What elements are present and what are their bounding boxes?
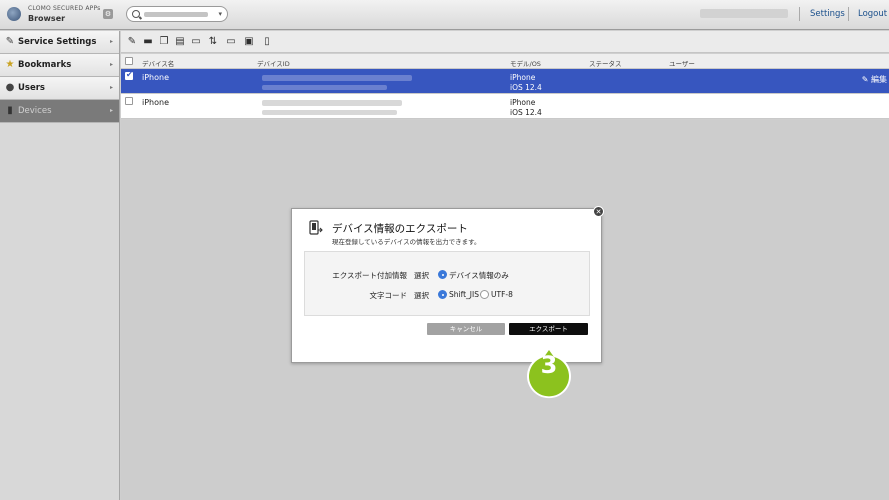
trash-icon[interactable]: ▬ — [142, 36, 154, 48]
device-os: iOS 12.4 — [510, 108, 542, 117]
sync-icon[interactable]: ⇅ — [207, 36, 219, 48]
device-import-icon[interactable]: ▭ — [225, 36, 237, 48]
app-caption: CLOMO SECURED APPs — [28, 5, 101, 12]
chevron-right-icon: ▸ — [109, 84, 113, 91]
device-export-icon[interactable]: ▭ — [190, 36, 202, 48]
chevron-right-icon: ▸ — [109, 38, 113, 45]
radio-label: UTF-8 — [491, 290, 513, 299]
device-id-redacted — [262, 75, 412, 81]
logout-link[interactable]: Logout — [858, 9, 887, 19]
device-id-redacted — [262, 85, 387, 90]
device-id-redacted — [262, 110, 397, 115]
sidebar-item-label: Devices — [18, 106, 52, 116]
cancel-button[interactable]: キャンセル — [427, 323, 505, 335]
edit-action[interactable]: ✎ 編集 — [862, 74, 887, 85]
device-model: iPhone — [510, 73, 536, 82]
dialog-title: デバイス情報のエクスポート — [332, 223, 468, 235]
device-settings-icon[interactable]: ▯ — [261, 36, 273, 48]
sidebar-item-label: Users — [18, 83, 45, 93]
app-settings-icon[interactable]: ⚙ — [103, 9, 113, 19]
export-button[interactable]: エクスポート — [509, 323, 588, 335]
top-bar: CLOMO SECURED APPs Browser ⚙ ▾ Settings … — [0, 0, 889, 30]
device-name: iPhone — [142, 73, 170, 82]
device-lock-icon[interactable]: ▤ — [174, 36, 186, 48]
divider — [799, 7, 800, 21]
close-icon[interactable]: ✕ — [593, 206, 604, 217]
device-model: iPhone — [510, 98, 536, 107]
radio-device-info-only[interactable] — [438, 270, 447, 279]
sidebar-item-label: Service Settings — [18, 37, 97, 47]
export-info-label: エクスポート付加情報 — [332, 271, 407, 280]
export-options: エクスポート付加情報 選択 デバイス情報のみ 文字コード 選択 Shift_JI… — [304, 251, 590, 316]
edit-label: 編集 — [871, 75, 887, 84]
table-header: デバイス名 デバイスID モデル/OS ステータス ユーザー — [121, 54, 889, 69]
step-number: 3 — [540, 351, 558, 379]
chevron-down-icon: ▾ — [218, 10, 222, 18]
chevron-right-icon: ▸ — [109, 61, 113, 68]
copy-icon[interactable]: ❐ — [158, 36, 170, 48]
radio-utf8[interactable] — [480, 290, 489, 299]
column-header[interactable]: デバイス名 — [142, 58, 174, 68]
divider — [848, 7, 849, 21]
device-os: iOS 12.4 — [510, 83, 542, 92]
user-account-redacted — [700, 9, 788, 18]
radio-label: Shift_JIS — [449, 290, 479, 299]
device-id-redacted — [262, 100, 402, 106]
pencil-icon: ✎ — [861, 75, 871, 84]
select-label: 選択 — [414, 271, 429, 280]
wrench-icon: ✎ — [5, 36, 15, 47]
sidebar-item-bookmarks[interactable]: ★ Bookmarks ▸ — [0, 54, 119, 77]
table-row[interactable]: ✔ iPhone iPhone iOS 12.4 ✎ 編集 — [121, 69, 889, 94]
app-name: Browser — [28, 14, 66, 23]
dialog-description: 現在登録しているデバイスの情報を出力できます。 — [332, 238, 481, 246]
column-header[interactable]: ユーザー — [669, 58, 695, 68]
user-icon: ● — [5, 82, 15, 93]
radio-label: デバイス情報のみ — [449, 271, 509, 280]
devices-table: デバイス名 デバイスID モデル/OS ステータス ユーザー ✔ iPhone … — [121, 54, 889, 119]
column-header[interactable]: デバイスID — [257, 58, 290, 68]
settings-link[interactable]: Settings — [810, 9, 845, 19]
search-value-redacted — [144, 12, 208, 17]
search-input[interactable]: ▾ — [126, 6, 228, 22]
device-name: iPhone — [142, 98, 170, 107]
sidebar-item-label: Bookmarks — [18, 60, 72, 70]
app-logo-icon — [7, 7, 21, 21]
select-label: 選択 — [414, 291, 429, 300]
column-header[interactable]: モデル/OS — [510, 58, 541, 68]
toolbar: ✎ ▬ ❐ ▤ ▭ ⇅ ▭ ▣ ▯ — [121, 31, 889, 53]
sidebar-item-service-settings[interactable]: ✎ Service Settings ▸ — [0, 31, 119, 54]
radio-shift-jis[interactable] — [438, 290, 447, 299]
monitor-icon[interactable]: ▣ — [243, 36, 255, 48]
sidebar: ✎ Service Settings ▸ ★ Bookmarks ▸ ● Use… — [0, 31, 120, 500]
device-icon: ▮ — [7, 105, 13, 116]
device-export-icon — [309, 220, 323, 235]
checkmark-icon: ✔ — [126, 70, 133, 79]
export-dialog: デバイス情報のエクスポート 現在登録しているデバイスの情報を出力できます。 エク… — [291, 208, 602, 363]
encoding-label: 文字コード — [369, 291, 408, 300]
edit-icon[interactable]: ✎ — [126, 36, 138, 48]
star-icon: ★ — [5, 59, 15, 70]
select-all-checkbox[interactable] — [125, 57, 133, 65]
search-icon — [132, 10, 140, 18]
sidebar-item-users[interactable]: ● Users ▸ — [0, 77, 119, 100]
row-checkbox[interactable] — [125, 97, 133, 105]
table-row[interactable]: iPhone iPhone iOS 12.4 — [121, 94, 889, 119]
column-header[interactable]: ステータス — [589, 58, 622, 68]
sidebar-item-devices[interactable]: ▮ Devices ▸ — [0, 100, 119, 123]
chevron-right-icon: ▸ — [109, 107, 113, 114]
